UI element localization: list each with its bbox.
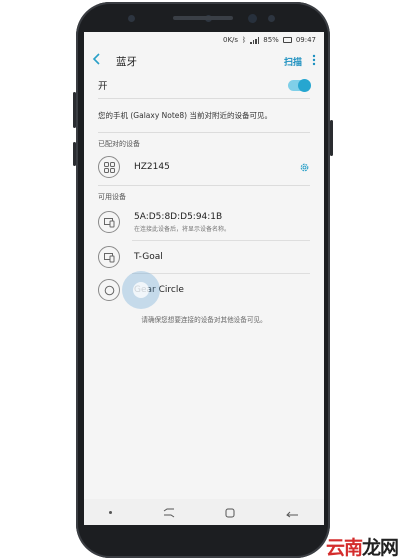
watermark-part1: 云南 — [325, 537, 363, 559]
watermark-part2: 龙网 — [361, 537, 399, 559]
clock: 09:47 — [295, 36, 316, 44]
nav-dot-icon[interactable] — [109, 510, 113, 514]
phone-top-bezel — [76, 2, 330, 34]
device-subtitle: 在连接此设备后，将显示设备名称。 — [134, 225, 231, 233]
divider — [98, 132, 310, 133]
iris-sensor-icon — [128, 15, 135, 22]
signal-icon — [250, 36, 260, 44]
app-grid-icon — [98, 156, 120, 178]
status-bar: 0K/s ᛒ 85% 09:47 — [84, 32, 324, 48]
more-vertical-icon[interactable] — [312, 54, 316, 69]
divider — [98, 98, 310, 99]
paired-device-row[interactable]: HZ2145 — [84, 151, 324, 183]
paired-devices-header: 已配对的设备 — [98, 140, 140, 148]
device-name: HZ2145 — [134, 162, 170, 172]
touch-ripple — [122, 271, 160, 309]
device-name: Gear Circle — [134, 285, 184, 295]
bluetooth-toggle-label: 开 — [98, 81, 108, 92]
iris-camera-icon — [268, 15, 275, 22]
battery-icon — [282, 37, 292, 43]
available-devices-header: 可用设备 — [98, 193, 126, 201]
available-device-row[interactable]: T-Goal — [84, 241, 324, 273]
bixby-button — [73, 142, 76, 166]
back-icon[interactable] — [285, 503, 299, 522]
volume-button — [73, 92, 76, 128]
back-arrow-icon[interactable] — [92, 53, 110, 69]
recent-apps-icon[interactable] — [163, 503, 175, 522]
bluetooth-switch[interactable] — [288, 78, 311, 92]
scan-button[interactable]: 扫描 — [284, 55, 302, 68]
device-name: 5A:D5:8D:D5:94:1B — [134, 211, 223, 222]
navigation-bar — [84, 499, 324, 525]
page-title: 蓝牙 — [116, 55, 137, 68]
bluetooth-toggle-row[interactable]: 开 — [84, 74, 324, 96]
devices-icon — [98, 211, 120, 233]
battery-percent: 85% — [263, 36, 279, 44]
phone-screen: 0K/s ᛒ 85% 09:47 蓝牙 扫描 开 您的手机 (Galaxy No… — [84, 32, 324, 525]
headset-icon — [98, 279, 120, 301]
available-device-row[interactable]: 5A:D5:8D:D5:94:1B 在连接此设备后，将显示设备名称。 — [84, 204, 324, 240]
device-name: T-Goal — [134, 252, 163, 262]
earpiece-speaker — [173, 16, 233, 20]
power-button — [330, 120, 333, 156]
gear-icon[interactable] — [298, 161, 310, 173]
home-icon[interactable] — [225, 503, 235, 522]
devices-icon — [98, 246, 120, 268]
visibility-text: 您的手机 (Galaxy Note8) 当前对附近的设备可见。 — [98, 111, 272, 120]
app-bar: 蓝牙 扫描 — [84, 48, 324, 74]
front-camera-icon — [248, 14, 257, 23]
divider — [98, 185, 310, 186]
available-device-row[interactable]: Gear Circle — [84, 271, 324, 309]
network-speed: 0K/s — [222, 36, 239, 44]
site-watermark-logo: 云南龙网 — [325, 533, 399, 560]
bluetooth-status-icon: ᛒ — [242, 36, 247, 44]
visibility-hint: 请确保您想要连接的设备对其他设备可见。 — [141, 316, 267, 324]
